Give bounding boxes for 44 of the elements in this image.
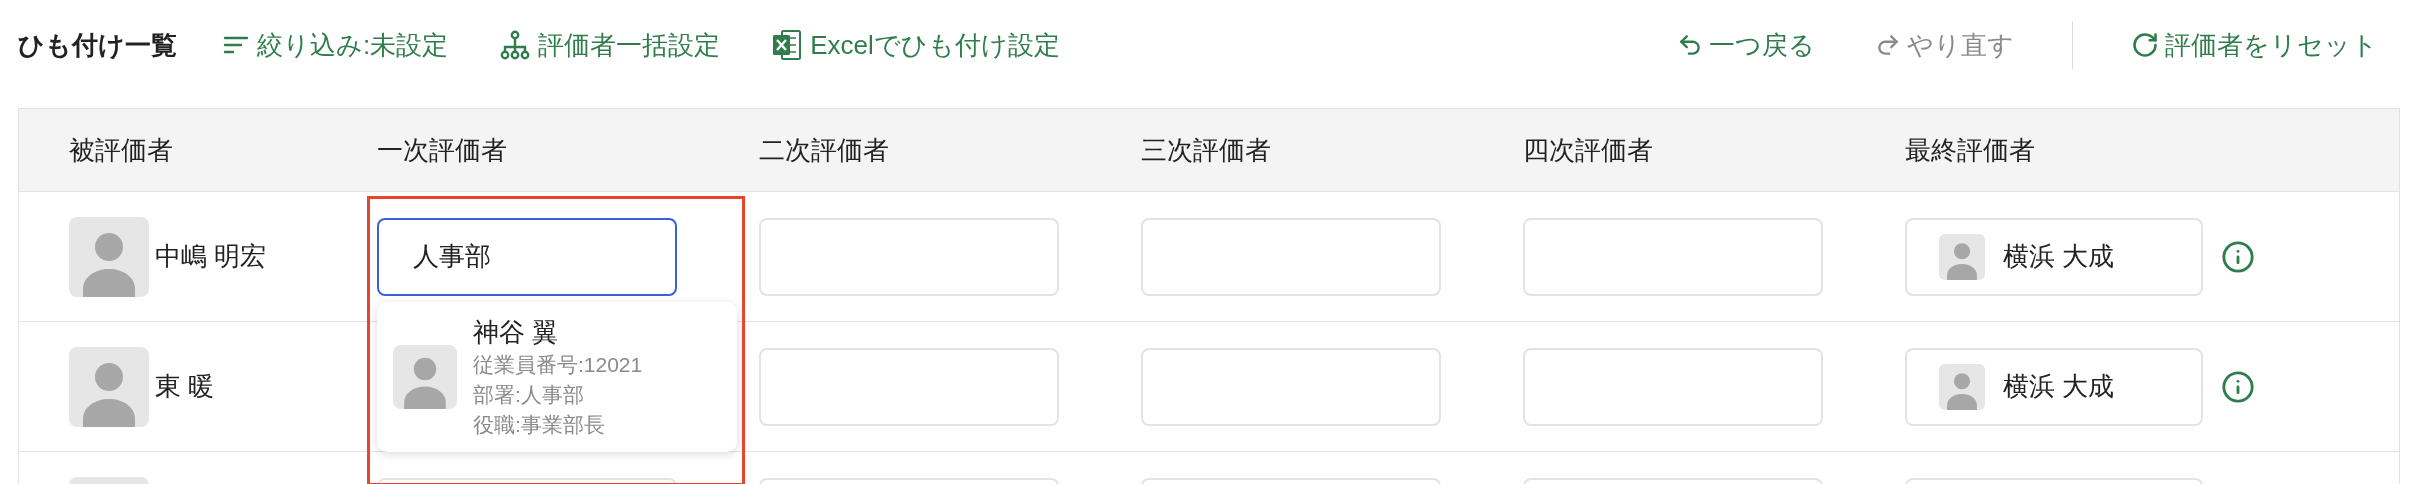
evaluator-field[interactable] — [1523, 347, 1823, 426]
avatar-icon — [1939, 233, 1985, 280]
reset-icon — [2131, 31, 2159, 59]
toolbar-button[interactable]: 絞り込み:未設定 — [223, 25, 449, 65]
column-header: 一次評価者 — [377, 134, 507, 165]
final-evaluator-name: 横浜 大成 — [2003, 370, 2115, 403]
avatar-icon — [393, 344, 457, 409]
suggestion-detail: 役職:事業部長 — [473, 411, 606, 438]
undo-icon — [1677, 32, 1703, 58]
column-header: 三次評価者 — [1141, 134, 1271, 165]
page-title: ひも付け一覧 — [18, 28, 177, 62]
redo-icon — [1875, 32, 1901, 58]
final-evaluator-field[interactable]: 横浜 大成 — [1905, 217, 2203, 296]
reset-button[interactable]: 評価者をリセット — [2131, 25, 2378, 65]
toolbar-button[interactable]: Excelでひも付け設定 — [772, 25, 1060, 65]
evaluator-field[interactable] — [759, 217, 1059, 296]
evaluator-field[interactable]: 人事部 — [377, 217, 677, 296]
final-evaluator-field[interactable]: 横浜 大成 — [1905, 347, 2203, 426]
avatar-icon — [69, 216, 149, 297]
suggestion-item[interactable]: 神谷 翼 従業員番号:12021 部署:人事部 役職:事業部長 — [377, 309, 737, 444]
toolbar-button[interactable]: 評価者一括設定 — [500, 25, 721, 65]
evaluator-field[interactable] — [759, 347, 1059, 426]
undo-button[interactable]: 一つ戻る — [1677, 25, 1815, 65]
suggestion-name: 神谷 翼 — [473, 315, 560, 349]
suggestion-detail: 部署:人事部 — [473, 381, 585, 408]
filter-icon — [223, 34, 249, 56]
field-value: 人事部 — [413, 240, 491, 273]
evaluator-field[interactable] — [1141, 347, 1441, 426]
evaluator-field[interactable] — [1523, 217, 1823, 296]
evaluatee-name: 東 暖 — [155, 370, 215, 403]
column-header: 四次評価者 — [1523, 134, 1653, 165]
avatar-icon — [1939, 363, 1985, 410]
suggestion-detail: 従業員番号:12021 — [473, 351, 643, 378]
final-evaluator-name: 横浜 大成 — [2003, 240, 2115, 273]
hierarchy-icon — [500, 30, 531, 60]
spreadsheet-icon — [772, 29, 803, 61]
column-header: 被評価者 — [69, 134, 173, 165]
column-header: 最終評価者 — [1905, 134, 2035, 165]
info-icon[interactable] — [2221, 239, 2255, 274]
avatar-icon — [69, 346, 149, 427]
info-icon[interactable] — [2221, 369, 2255, 404]
evaluatee-name: 中嶋 明宏 — [155, 240, 267, 273]
column-header: 二次評価者 — [759, 134, 889, 165]
evaluator-field[interactable] — [1141, 217, 1441, 296]
